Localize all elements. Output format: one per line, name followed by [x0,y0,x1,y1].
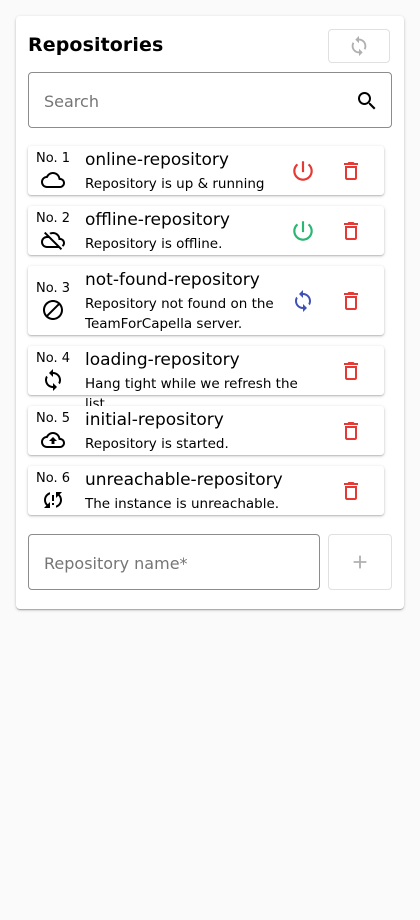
stop-repository-button[interactable] [290,158,316,184]
sync-icon [45,369,61,391]
page-title: Repositories [28,34,164,56]
delete-repository-button[interactable] [338,478,364,504]
delete-repository-button[interactable] [338,288,364,314]
sync-problem-icon [44,492,62,508]
repository-name: online-repository [85,150,229,170]
delete-repository-button[interactable] [338,158,364,184]
repository-status-text: Repository is started. [85,436,229,452]
start-repository-button[interactable] [290,218,316,244]
delete-repository-button[interactable] [338,218,364,244]
repository-status-text: Repository is offline. [85,236,223,252]
cloud-upload-icon [41,432,65,448]
repository-status-text: Repository not found on the TeamForCapel… [85,296,274,332]
search-field[interactable]: Search [28,72,392,128]
repository-item: No. 1 online-repository Repository is up… [28,146,384,195]
cloud-off-icon [41,231,65,250]
repository-name: offline-repository [85,210,230,230]
search-icon[interactable] [355,89,379,113]
repository-name-input[interactable]: Repository name* [44,554,188,573]
delete-icon [344,222,358,240]
repository-status-text: The instance is unreachable. [85,496,280,512]
sync-icon [351,35,367,57]
delete-icon [344,422,358,440]
repository-number: No. 1 [36,151,70,166]
repository-item: No. 6 unreachable-repository The instanc… [28,466,384,515]
repositories-card: Repositories Search No. 1 online-reposit… [16,16,404,609]
resync-repository-button[interactable] [290,288,316,314]
repository-number: No. 4 [36,351,70,366]
sync-icon [295,290,311,312]
repository-number: No. 5 [36,411,70,426]
cloud-icon [41,172,65,188]
block-icon [43,300,63,320]
repository-item: No. 2 offline-repository Repository is o… [28,206,384,255]
power-icon [293,161,313,181]
delete-repository-button[interactable] [338,358,364,384]
search-input[interactable]: Search [44,92,99,111]
repository-number: No. 2 [36,211,70,226]
add-repository-button[interactable] [328,534,392,590]
refresh-button[interactable] [328,29,390,63]
repository-number: No. 3 [36,281,70,296]
repository-number: No. 6 [36,471,70,486]
delete-repository-button[interactable] [338,418,364,444]
add-icon [353,555,367,569]
delete-icon [344,362,358,380]
delete-icon [344,292,358,310]
repository-item: No. 3 not-found-repository Repository no… [28,266,384,335]
repository-name: unreachable-repository [85,470,283,490]
repository-status-text: Repository is up & running [85,176,265,192]
delete-icon [344,482,358,500]
repository-item: No. 5 initial-repository Repository is s… [28,406,384,455]
repository-name: not-found-repository [85,270,260,290]
repository-name: loading-repository [85,350,240,370]
delete-icon [344,162,358,180]
repository-item: No. 4 loading-repository Hang tight whil… [28,346,384,412]
power-icon [293,221,313,241]
repository-name-field[interactable]: Repository name* [28,534,320,590]
repository-name: initial-repository [85,410,224,430]
